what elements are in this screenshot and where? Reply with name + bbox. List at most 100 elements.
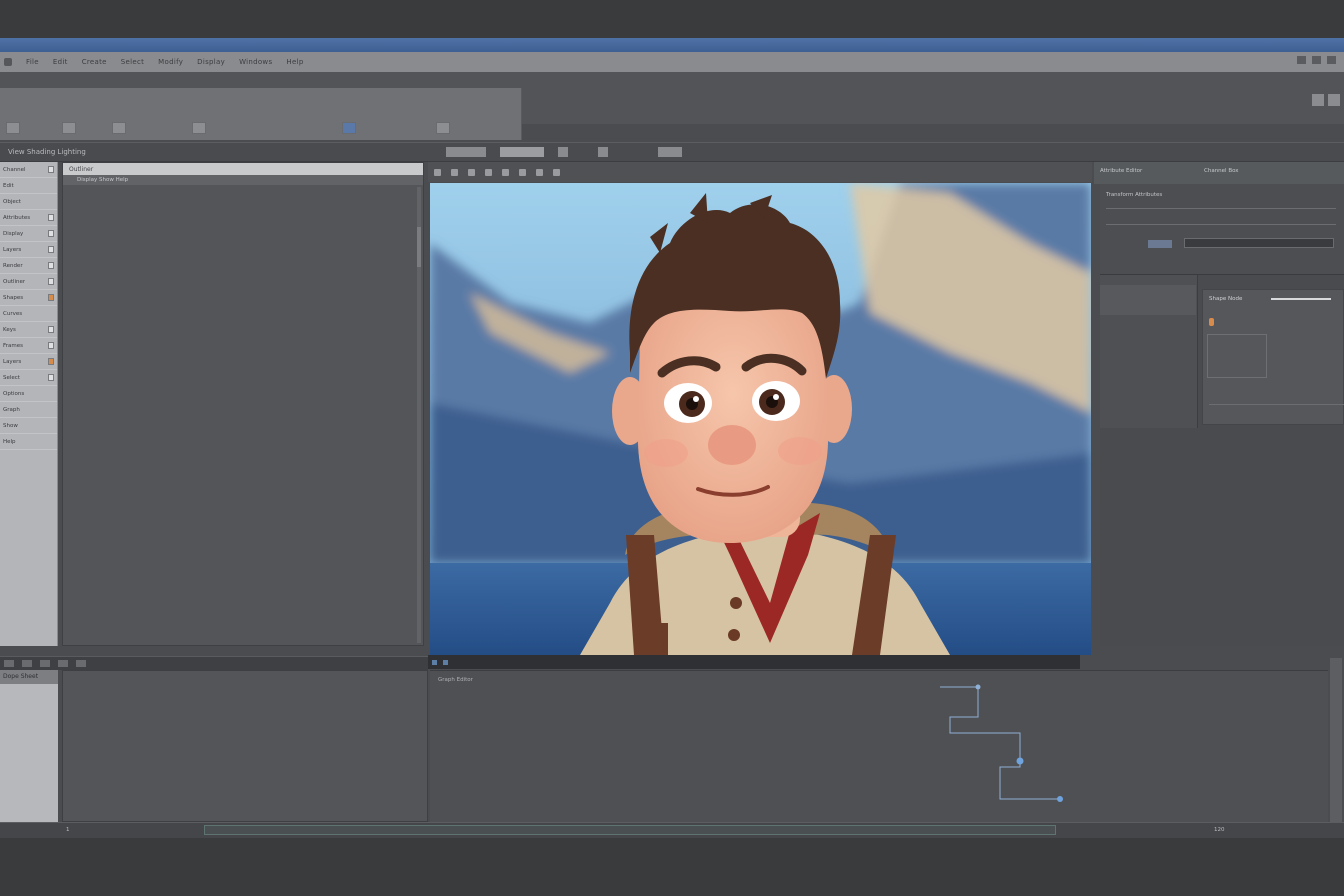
sidebar-item[interactable]: Object [0,194,57,210]
menu-modify[interactable]: Modify [158,58,183,66]
dope-sheet-outliner: Dope Sheet [0,670,58,822]
sidebar-item[interactable]: Display [0,226,57,242]
menu-edit[interactable]: Edit [53,58,68,66]
play-icon[interactable] [22,660,32,667]
attribute-group [1207,334,1267,378]
sidebar-item[interactable]: Keys [0,322,57,338]
sidebar-item[interactable]: Render [0,258,57,274]
checkbox-icon[interactable] [48,230,54,237]
frame-indicator-icon [432,659,437,665]
outliner-scrollbar[interactable] [417,187,421,643]
lighting-chip[interactable] [657,147,682,157]
snap-icon[interactable] [342,122,356,134]
minimize-icon[interactable] [1297,56,1306,64]
maximize-icon[interactable] [1312,56,1321,64]
shading-chip[interactable] [445,147,486,157]
sidebar-item[interactable]: Options [0,386,57,402]
keyframe-icon[interactable] [1209,318,1214,326]
play-back-icon[interactable] [4,660,14,667]
settings-icon[interactable] [1328,94,1340,106]
grid-toggle-icon[interactable] [557,147,568,157]
checkbox-icon[interactable] [48,278,54,285]
scroll-thumb[interactable] [417,227,421,267]
keyframe-icon[interactable] [48,358,54,365]
graph-editor[interactable]: Graph Editor [430,670,1328,822]
node-list-item[interactable] [1100,285,1196,315]
tab-channel-box[interactable]: Channel Box [1204,168,1239,174]
tool-shelf [0,88,522,140]
lights-icon[interactable] [553,168,560,176]
close-icon[interactable] [1327,56,1336,64]
shape-node-title: Shape Node [1209,296,1243,302]
range-start[interactable]: 1 [66,827,70,833]
keyframe-icon[interactable] [48,294,54,301]
sidebar-item[interactable]: Edit [0,178,57,194]
image-plane-icon[interactable] [451,168,458,176]
wireframe-toggle-icon[interactable] [597,147,608,157]
menu-file[interactable]: File [26,58,39,66]
sidebar-item[interactable]: Curves [0,306,57,322]
checkbox-icon[interactable] [48,374,54,381]
sidebar-item[interactable]: Frames [0,338,57,354]
timeline-toolbar [0,656,428,670]
checkbox-icon[interactable] [48,246,54,253]
camera-icon[interactable] [436,122,450,134]
app-window: File Edit Create Select Modify Display W… [0,38,1344,838]
menu-bar: File Edit Create Select Modify Display W… [0,52,1344,72]
attribute-toggle[interactable] [1148,240,1172,248]
camera-icon[interactable] [434,168,441,176]
resolution-gate-icon[interactable] [502,168,509,176]
tab-attribute-editor[interactable]: Attribute Editor [1100,168,1142,174]
range-end[interactable]: 120 [1214,827,1225,833]
move-icon[interactable] [62,122,76,134]
sidebar-item[interactable]: Graph [0,402,57,418]
shaded-icon[interactable] [519,168,526,176]
loop-icon[interactable] [76,660,86,667]
sidebar-item[interactable]: Attributes [0,210,57,226]
film-gate-icon[interactable] [485,168,492,176]
3d-viewport[interactable] [430,183,1091,655]
sidebar-item[interactable]: Help [0,434,57,450]
graph-curves [940,684,1063,802]
sidebar-item[interactable]: Show [0,418,57,434]
layout-icon[interactable] [1312,94,1324,106]
time-range-slider[interactable] [204,825,1056,835]
view-mode-chip[interactable] [499,147,544,157]
sidebar-item[interactable]: Select [0,370,57,386]
sidebar-item[interactable]: Channel [0,162,57,178]
attribute-field[interactable] [1184,238,1334,248]
rotate-icon[interactable] [112,122,126,134]
menu-windows[interactable]: Windows [239,58,272,66]
menu-help[interactable]: Help [286,58,303,66]
menu-select[interactable]: Select [121,58,144,66]
dope-sheet[interactable] [62,670,428,822]
textured-icon[interactable] [536,168,543,176]
graph-key[interactable] [975,684,981,690]
graph-key[interactable] [1057,796,1063,802]
step-forward-icon[interactable] [58,660,68,667]
scale-icon[interactable] [192,122,206,134]
sidebar-item[interactable]: Layers [0,354,57,370]
toolbar-right-icons [1306,90,1340,110]
menu-display[interactable]: Display [197,58,225,66]
panel-menu-label[interactable]: View Shading Lighting [8,148,86,156]
stop-icon[interactable] [40,660,50,667]
grid-icon[interactable] [468,168,475,176]
outliner-filter[interactable]: Display Show Help [63,175,423,185]
checkbox-icon[interactable] [48,262,54,269]
sidebar-item[interactable]: Layers [0,242,57,258]
sidebar-item[interactable]: Shapes [0,290,57,306]
attribute-slider[interactable] [1271,298,1331,300]
graph-key[interactable] [1016,757,1024,765]
checkbox-icon[interactable] [48,166,54,173]
sidebar-item[interactable]: Outliner [0,274,57,290]
checkbox-icon[interactable] [48,214,54,221]
checkbox-icon[interactable] [48,326,54,333]
outliner-filter-label: Display Show Help [77,177,129,183]
select-icon[interactable] [6,122,20,134]
checkbox-icon[interactable] [48,342,54,349]
graph-editor-scrollbar[interactable] [1330,658,1342,822]
menu-create[interactable]: Create [82,58,107,66]
range-slider-bar: 1 120 [0,822,1344,838]
attribute-editor-top: Transform Attributes [1100,184,1344,274]
